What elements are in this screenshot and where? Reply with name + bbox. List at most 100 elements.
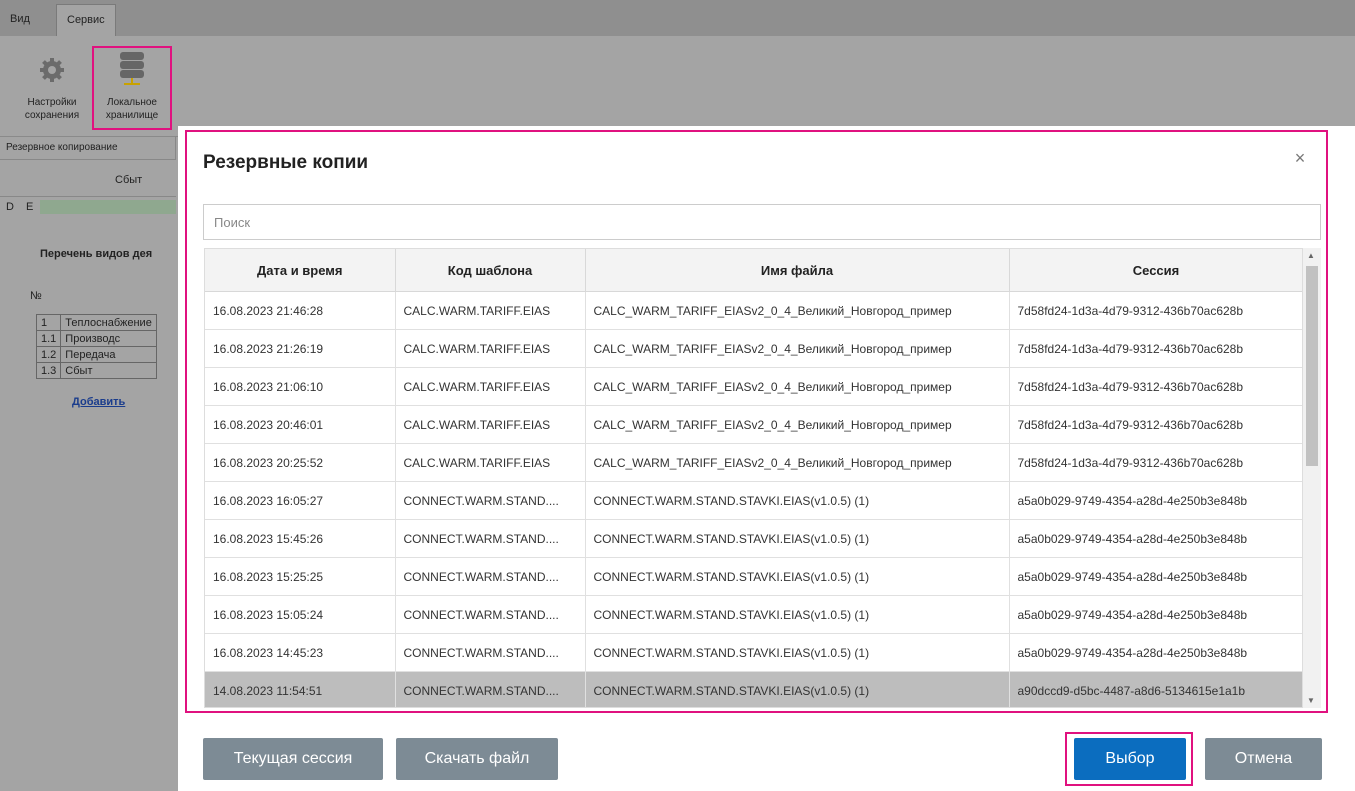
cell-session: a90dccd9-d5bc-4487-a8d6-5134615e1a1b [1009, 671, 1304, 707]
cell-session: a5a0b029-9749-4354-a28d-4e250b3e848b [1009, 633, 1304, 672]
cell-session: 7d58fd24-1d3a-4d79-9312-436b70ac628b [1009, 443, 1304, 482]
sheet-num: 1.3 [35, 362, 62, 379]
cell-filename: CONNECT.WARM.STAND.STAVKI.EIAS(v1.0.5) (… [585, 671, 1010, 707]
cell-session: 7d58fd24-1d3a-4d79-9312-436b70ac628b [1009, 329, 1304, 368]
tab-service[interactable]: Сервис [56, 4, 116, 36]
save-settings-button[interactable]: Настройки сохранения [14, 48, 90, 128]
table-row[interactable]: 16.08.2023 16:05:27 CONNECT.WARM.STAND...… [205, 481, 1304, 520]
table-row[interactable]: 16.08.2023 15:05:24 CONNECT.WARM.STAND...… [205, 595, 1304, 634]
sheet-col-header: Сбыт [0, 166, 176, 197]
backups-table-wrap: Дата и время Код шаблона Имя файла Сесси… [204, 248, 1321, 708]
cell-filename: CALC_WARM_TARIFF_EIASv2_0_4_Великий_Новг… [585, 367, 1010, 406]
database-icon [112, 48, 152, 88]
cell-datetime: 16.08.2023 16:05:27 [205, 481, 396, 520]
save-settings-label-2: сохранения [24, 110, 80, 121]
cell-template-code: CALC.WARM.TARIFF.EIAS [395, 405, 586, 444]
cell-filename: CALC_WARM_TARIFF_EIASv2_0_4_Великий_Новг… [585, 443, 1010, 482]
cell-template-code: CONNECT.WARM.STAND.... [395, 557, 586, 596]
scroll-thumb[interactable] [1306, 266, 1318, 466]
table-row[interactable]: 16.08.2023 14:45:23 CONNECT.WARM.STAND...… [205, 633, 1304, 672]
table-row[interactable]: 16.08.2023 15:25:25 CONNECT.WARM.STAND...… [205, 557, 1304, 596]
table-row[interactable]: 16.08.2023 15:45:26 CONNECT.WARM.STAND...… [205, 519, 1304, 558]
sheet-row: 1.3 Сбыт [35, 362, 157, 379]
sheet-text: Передача [60, 346, 157, 363]
sheet-table: 1 Теплоснабжение 1.1 Производс 1.2 Передача… [35, 314, 157, 379]
sheet-text: Теплоснабжение [60, 314, 157, 331]
table-row[interactable]: 16.08.2023 20:25:52 CALC.WARM.TARIFF.EIAS… [205, 443, 1304, 482]
dialog-title: Резервные копии [203, 152, 369, 173]
table-row[interactable]: 16.08.2023 20:46:01 CALC.WARM.TARIFF.EIAS… [205, 405, 1304, 444]
cell-datetime: 16.08.2023 20:46:01 [205, 405, 396, 444]
cell-datetime: 16.08.2023 15:45:26 [205, 519, 396, 558]
cell-datetime: 16.08.2023 21:26:19 [205, 329, 396, 368]
sheet-title: Перечень видов дея [40, 248, 153, 260]
sheet-row: 1 Теплоснабжение [35, 314, 157, 331]
cell-session: 7d58fd24-1d3a-4d79-9312-436b70ac628b [1009, 405, 1304, 444]
close-icon[interactable]: × [1290, 148, 1310, 168]
cell-datetime: 16.08.2023 15:05:24 [205, 595, 396, 634]
select-button[interactable]: Выбор [1074, 738, 1186, 780]
cell-datetime: 14.08.2023 11:54:51 [205, 671, 396, 707]
cell-datetime: 16.08.2023 21:06:10 [205, 367, 396, 406]
cell-datetime: 16.08.2023 20:25:52 [205, 443, 396, 482]
table-row[interactable]: 16.08.2023 21:26:19 CALC.WARM.TARIFF.EIAS… [205, 329, 1304, 368]
cell-template-code: CONNECT.WARM.STAND.... [395, 633, 586, 672]
cell-session: a5a0b029-9749-4354-a28d-4e250b3e848b [1009, 557, 1304, 596]
cell-session: 7d58fd24-1d3a-4d79-9312-436b70ac628b [1009, 367, 1304, 406]
local-storage-label-1: Локальное [107, 97, 157, 108]
cell-session: a5a0b029-9749-4354-a28d-4e250b3e848b [1009, 595, 1304, 634]
cell-template-code: CALC.WARM.TARIFF.EIAS [395, 443, 586, 482]
add-link[interactable]: Добавить [72, 396, 125, 408]
table-row[interactable]: 16.08.2023 21:46:28 CALC.WARM.TARIFF.EIAS… [205, 291, 1304, 330]
cell-filename: CONNECT.WARM.STAND.STAVKI.EIAS(v1.0.5) (… [585, 481, 1010, 520]
cell-filename: CALC_WARM_TARIFF_EIASv2_0_4_Великий_Новг… [585, 291, 1010, 330]
col-header-datetime[interactable]: Дата и время [205, 249, 396, 292]
tab-view[interactable]: Вид [0, 4, 40, 35]
cell-filename: CONNECT.WARM.STAND.STAVKI.EIAS(v1.0.5) (… [585, 519, 1010, 558]
sheet-num: 1.1 [35, 330, 62, 347]
sheet-row: 1.1 Производс [35, 330, 157, 347]
sheet-num: 1.2 [35, 346, 62, 363]
cell-template-code: CALC.WARM.TARIFF.EIAS [395, 367, 586, 406]
sheet-col-letters: D E [0, 198, 176, 216]
table-scrollbar[interactable]: ▲ ▼ [1302, 248, 1321, 708]
cell-template-code: CONNECT.WARM.STAND.... [395, 481, 586, 520]
table-row[interactable]: 16.08.2023 21:06:10 CALC.WARM.TARIFF.EIAS… [205, 367, 1304, 406]
scroll-up-icon[interactable]: ▲ [1307, 251, 1315, 260]
cell-datetime: 16.08.2023 14:45:23 [205, 633, 396, 672]
cell-template-code: CONNECT.WARM.STAND.... [395, 671, 586, 707]
col-bar [40, 200, 176, 214]
sheet-no-header: № [30, 290, 42, 302]
table-header-row: Дата и время Код шаблона Имя файла Сесси… [205, 249, 1304, 292]
local-storage-button[interactable]: Локальное хранилище [92, 46, 172, 130]
sheet-num: 1 [35, 314, 62, 331]
cell-filename: CALC_WARM_TARIFF_EIASv2_0_4_Великий_Новг… [585, 405, 1010, 444]
table-row[interactable]: 14.08.2023 11:54:51 CONNECT.WARM.STAND...… [205, 671, 1304, 707]
cell-filename: CALC_WARM_TARIFF_EIASv2_0_4_Великий_Новг… [585, 329, 1010, 368]
ribbon-tabs: Вид Сервис [0, 0, 1355, 37]
backups-table: Дата и время Код шаблона Имя файла Сесси… [205, 249, 1304, 707]
cell-filename: CONNECT.WARM.STAND.STAVKI.EIAS(v1.0.5) (… [585, 557, 1010, 596]
cell-datetime: 16.08.2023 15:25:25 [205, 557, 396, 596]
col-letter-d: D [6, 201, 14, 213]
ribbon-group-label: Резервное копирование [0, 136, 176, 160]
col-header-filename[interactable]: Имя файла [585, 249, 1010, 292]
current-session-button[interactable]: Текущая сессия [203, 738, 383, 780]
search-input[interactable] [203, 204, 1321, 240]
cell-template-code: CONNECT.WARM.STAND.... [395, 519, 586, 558]
col-header-template-code[interactable]: Код шаблона [395, 249, 586, 292]
cell-filename: CONNECT.WARM.STAND.STAVKI.EIAS(v1.0.5) (… [585, 633, 1010, 672]
sheet-text: Сбыт [60, 362, 157, 379]
save-settings-label-1: Настройки [27, 97, 77, 108]
gear-icon [32, 48, 72, 88]
ribbon: Настройки сохранения Локальное хранилище [0, 36, 1355, 137]
scroll-down-icon[interactable]: ▼ [1307, 696, 1315, 705]
download-file-button[interactable]: Скачать файл [396, 738, 558, 780]
cancel-button[interactable]: Отмена [1205, 738, 1322, 780]
cell-session: a5a0b029-9749-4354-a28d-4e250b3e848b [1009, 519, 1304, 558]
sheet-text: Производс [60, 330, 157, 347]
cell-template-code: CALC.WARM.TARIFF.EIAS [395, 291, 586, 330]
local-storage-label-2: хранилище [105, 110, 159, 121]
cell-filename: CONNECT.WARM.STAND.STAVKI.EIAS(v1.0.5) (… [585, 595, 1010, 634]
col-header-session[interactable]: Сессия [1009, 249, 1304, 292]
